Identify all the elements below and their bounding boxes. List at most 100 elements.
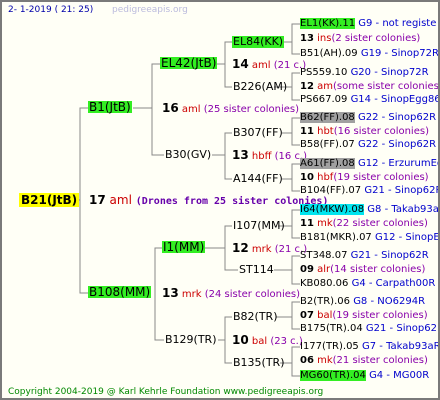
gen4-mid-4: 10 hbf(19 sister colonies) — [300, 172, 429, 184]
gen4-top-id-3[interactable]: B62(FF).08 — [300, 112, 355, 123]
gen4-num-2: 12 — [300, 81, 314, 92]
gen4-mid-6: 09 alr(14 sister colonies) — [300, 264, 425, 276]
gen4-race-7: bal — [317, 310, 333, 321]
gen4-bot-id-4[interactable]: B104(FF).07 — [300, 185, 361, 196]
gen2-node-2[interactable]: B30(GV) — [164, 149, 212, 161]
gen1-note-1: (25 sister colonies) — [203, 104, 299, 115]
gen4-top-8: I177(TR).05 G7 - Takab93aR — [300, 341, 440, 353]
gen2-info-1: 14 aml (21 c.) — [232, 58, 306, 72]
gen4-top-2: PS559.10 G20 - Sinop72R — [300, 67, 429, 79]
gen4-bot-ref-3: G22 - Sinop62R — [357, 139, 437, 150]
gen4-top-1: EL1(KK).11 G9 - not registe — [300, 18, 436, 30]
gen4-race-5: mk — [317, 218, 333, 229]
gen4-top-id-2[interactable]: PS559.10 — [300, 67, 347, 78]
gen3-node-6[interactable]: ST114 — [238, 264, 275, 276]
gen4-note-4: (19 sister colonies) — [333, 172, 429, 183]
gen4-bot-7: B175(TR).04 G21 - Sinop62R — [300, 323, 440, 335]
gen4-race-8: mk — [317, 355, 333, 366]
gen2-num-2: 13 — [232, 148, 249, 162]
gen1-node-2[interactable]: B108(MM) — [88, 286, 152, 298]
gen2-race-1: aml — [251, 60, 271, 71]
watermark: pedigreeapis.org — [112, 5, 188, 15]
gen4-note-1: (2 sister colonies) — [331, 33, 421, 44]
gen4-num-7: 07 — [300, 310, 314, 321]
gen4-top-ref-4: G12 - ErzurumEgg8 — [357, 158, 438, 169]
gen2-race-4: bal — [251, 336, 268, 347]
root-node[interactable]: B21(JtB) — [19, 193, 80, 207]
gen4-race-4: hbf — [317, 172, 334, 183]
gen3-node-5[interactable]: I107(MM) — [232, 220, 286, 232]
gen2-note-4: (23 c.) — [270, 336, 303, 347]
gen4-top-ref-5: G8 - Takab93aR — [367, 204, 440, 215]
gen3-node-7[interactable]: B82(TR) — [232, 311, 279, 323]
gen4-note-6: (14 sister colonies) — [330, 264, 426, 275]
gen1-race-1: aml — [181, 104, 201, 115]
gen4-top-6: ST348.07 G21 - Sinop62R — [300, 250, 429, 262]
gen4-bot-id-8[interactable]: MG60(TR).04 — [300, 370, 366, 381]
gen4-bot-ref-2: G14 - SinopEgg86R — [350, 94, 440, 105]
gen4-bot-id-2[interactable]: PS667.09 — [300, 94, 347, 105]
gen4-mid-7: 07 bal(19 sister colonies) — [300, 310, 428, 322]
gen4-bot-id-7[interactable]: B175(TR).04 — [300, 323, 363, 334]
gen2-num-4: 10 — [232, 333, 249, 347]
gen4-bot-5: B181(MKR).07 G12 - SinopEgg86R — [300, 232, 438, 244]
gen4-num-4: 10 — [300, 172, 314, 183]
gen4-top-id-5[interactable]: I64(MKW).08 — [300, 204, 365, 215]
gen2-node-4[interactable]: B129(TR) — [164, 334, 218, 346]
gen4-top-4: A61(FF).08 G12 - ErzurumEgg8 — [300, 158, 438, 170]
gen1-info-1: 16 aml (25 sister colonies) — [162, 102, 299, 116]
gen4-note-5: (22 sister colonies) — [332, 218, 428, 229]
gen1-info-2: 13 mrk (24 sister colonies) — [162, 287, 300, 301]
gen4-race-1: ins — [317, 33, 332, 44]
gen4-bot-8: MG60(TR).04 G4 - MG00R — [300, 370, 429, 382]
gen4-race-3: hbt — [317, 126, 334, 137]
gen2-info-2: 13 hbff (16 c.) — [232, 149, 307, 163]
gen3-node-4[interactable]: A144(FF) — [232, 173, 284, 185]
gen4-race-6: alr — [317, 264, 331, 275]
root-num: 17 — [89, 193, 106, 207]
gen4-top-id-4[interactable]: A61(FF).08 — [300, 158, 355, 169]
gen2-race-3: mrk — [251, 244, 272, 255]
gen3-node-8[interactable]: B135(TR) — [232, 357, 286, 369]
gen1-race-2: mrk — [181, 289, 202, 300]
gen4-top-id-6[interactable]: ST348.07 — [300, 250, 347, 261]
gen2-info-3: 12 mrk (21 c.) — [232, 242, 307, 256]
gen4-bot-id-1[interactable]: B51(AH).09 — [300, 48, 358, 59]
gen4-top-id-7[interactable]: B2(TR).06 — [300, 296, 350, 307]
gen4-num-6: 09 — [300, 264, 314, 275]
gen4-bot-ref-8: G4 - MG00R — [369, 370, 430, 381]
gen4-bot-ref-4: G21 - Sinop62R — [364, 185, 440, 196]
gen4-bot-1: B51(AH).09 G19 - Sinop72R — [300, 48, 438, 60]
gen3-node-1[interactable]: EL84(KK) — [232, 36, 285, 48]
gen1-num-2: 13 — [162, 286, 179, 300]
gen3-node-2[interactable]: B226(AM) — [232, 81, 288, 93]
gen4-top-id-1[interactable]: EL1(KK).11 — [300, 18, 356, 29]
gen2-num-1: 14 — [232, 57, 249, 71]
gen4-mid-1: 13 ins(2 sister colonies) — [300, 33, 420, 45]
gen1-num-1: 16 — [162, 101, 179, 115]
gen4-top-ref-7: G8 - NO6294R — [353, 296, 426, 307]
gen2-node-3[interactable]: I1(MM) — [162, 241, 206, 253]
footer-copyright: Copyright 2004-2019 @ Karl Kehrle Founda… — [8, 387, 324, 397]
gen4-bot-id-6[interactable]: KB080.06 — [300, 278, 348, 289]
gen4-bot-ref-7: G21 - Sinop62R — [365, 323, 440, 334]
gen4-num-5: 11 — [300, 218, 314, 229]
gen2-node-1[interactable]: EL42(JtB) — [160, 57, 218, 69]
header-date: 2- 1-2019 ( 21: 25) — [8, 5, 94, 15]
gen2-info-4: 10 bal (23 c.) — [232, 334, 303, 348]
gen4-top-ref-2: G20 - Sinop72R — [350, 67, 429, 78]
gen4-note-8: (21 sister colonies) — [332, 355, 428, 366]
gen4-mid-2: 12 am(some sister colonies) — [300, 81, 440, 93]
gen2-num-3: 12 — [232, 241, 249, 255]
gen4-mid-8: 06 mk(21 sister colonies) — [300, 355, 428, 367]
gen4-top-ref-8: G7 - Takab93aR — [362, 341, 440, 352]
gen4-top-3: B62(FF).08 G22 - Sinop62R — [300, 112, 436, 124]
gen4-top-ref-6: G21 - Sinop62R — [350, 250, 429, 261]
gen4-bot-id-3[interactable]: B58(FF).07 — [300, 139, 355, 150]
gen3-node-3[interactable]: B307(FF) — [232, 127, 284, 139]
gen4-top-id-8[interactable]: I177(TR).05 — [300, 341, 359, 352]
gen4-note-2: (some sister colonies) — [332, 81, 440, 92]
gen4-bot-id-5[interactable]: B181(MKR).07 — [300, 232, 372, 243]
gen4-note-3: (16 sister colonies) — [333, 126, 429, 137]
gen1-node-1[interactable]: B1(JtB) — [88, 101, 132, 113]
